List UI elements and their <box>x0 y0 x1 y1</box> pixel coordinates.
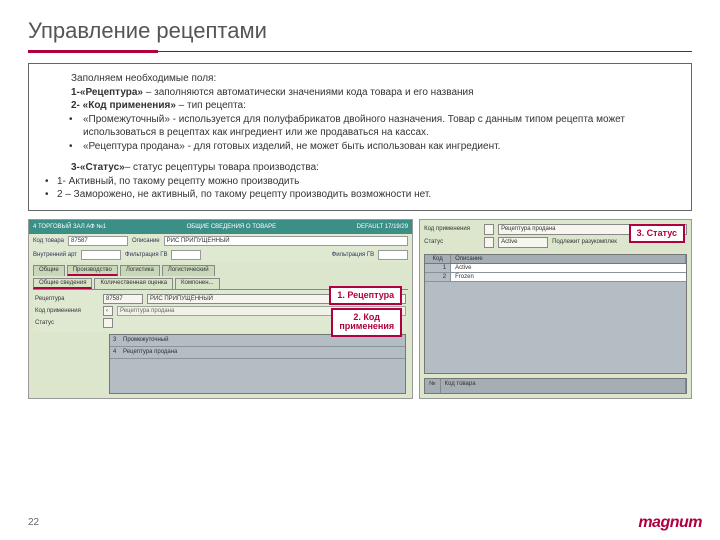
r-grid-h2: Описание <box>451 255 686 263</box>
subtab-components[interactable]: Компонен... <box>175 278 220 289</box>
app-titlebar: 4 ТОРГОВЫЙ ЗАЛ АФ №1 ОБЩИЕ СВЕДЕНИЯ О ТО… <box>29 220 412 234</box>
tab-production[interactable]: Производство <box>67 265 118 276</box>
tab-logistics[interactable]: Логистика <box>120 265 160 276</box>
tab-general[interactable]: Общие <box>33 265 65 276</box>
callout-2: 2. Кодприменения <box>331 308 402 338</box>
screenshot-right: Код применения Рецептура продана Статус … <box>419 219 692 399</box>
input-filter1[interactable] <box>171 250 201 260</box>
input-filter2[interactable] <box>378 250 408 260</box>
callout-3: 3. Статус <box>629 224 685 244</box>
subtab-quant[interactable]: Количественная оценка <box>94 278 173 289</box>
page-number: 22 <box>28 517 39 528</box>
screenshot-left: 4 ТОРГОВЫЙ ЗАЛ АФ №1 ОБЩИЕ СВЕДЕНИЯ О ТО… <box>28 219 413 399</box>
line-appcode: 2- «Код применения» – тип рецепта: <box>39 99 681 113</box>
label-recipe: Рецептура <box>35 296 99 302</box>
label-appcode: Код применения <box>35 308 99 314</box>
r-grid-h1: Код <box>425 255 451 263</box>
r-subtext: Подлежит разукомплек <box>552 239 617 245</box>
intro-line: Заполняем необходимые поля: <box>39 72 681 86</box>
content-box: Заполняем необходимые поля: 1-«Рецептура… <box>28 63 692 211</box>
label-code: Код товара <box>33 238 64 244</box>
r-dropdown-list: Код Описание 1Active 2Frozen <box>424 254 687 374</box>
brand-logo: magnum <box>638 514 702 532</box>
line-recipe: 1-«Рецептура» – заполняются автоматическ… <box>39 86 681 100</box>
subtab-general[interactable]: Общие сведения <box>33 278 92 289</box>
dropdown-list: 3Промежуточный 4Рецептура продана <box>109 334 406 394</box>
label-filter1: Фильтрация ГВ <box>125 252 167 258</box>
r-appcode-btn[interactable] <box>484 224 494 235</box>
r-status-val[interactable]: Active <box>498 237 548 248</box>
status-frozen: 2 – Заморожено, не активный, по такому р… <box>39 188 681 202</box>
input-intart[interactable] <box>81 250 121 260</box>
label-intart: Внутренний арт <box>33 252 77 258</box>
label-filter2: Фильтрация ГВ <box>332 252 374 258</box>
bullet-sold: «Рецептура продана» - для готовых издели… <box>39 140 681 154</box>
label-status: Статус <box>35 320 99 326</box>
line-status: 3-«Статус»– статус рецептуры товара прои… <box>39 161 681 175</box>
input-appcode-btn[interactable]: ‹ <box>103 306 113 316</box>
bullet-intermediate: «Промежуточный» - используется для полуф… <box>39 113 681 140</box>
r-row-active[interactable]: 1Active <box>425 264 686 273</box>
page-title: Управление рецептами <box>28 18 692 44</box>
r-status-btn[interactable] <box>484 237 494 248</box>
input-code[interactable]: 87587 <box>68 236 128 246</box>
status-active: 1- Активный, по такому рецепту можно про… <box>39 175 681 189</box>
label-desc: Описание <box>132 238 160 244</box>
input-recipe-code[interactable]: 87587 <box>103 294 143 304</box>
bottom-grid-right: № Код товара <box>424 378 687 394</box>
r-label-status: Статус <box>424 239 480 245</box>
dropdown-row-4[interactable]: 4Рецептура продана <box>110 347 405 359</box>
r-row-frozen[interactable]: 2Frozen <box>425 273 686 282</box>
input-desc[interactable]: РИС ПРИПУЩЕННЫЙ <box>164 236 408 246</box>
title-rule <box>28 50 692 53</box>
tab-logistic2[interactable]: Логистический <box>162 265 215 276</box>
input-status-btn[interactable] <box>103 318 113 328</box>
callout-1: 1. Рецептура <box>329 286 402 306</box>
r-label-appcode: Код применения <box>424 226 480 232</box>
